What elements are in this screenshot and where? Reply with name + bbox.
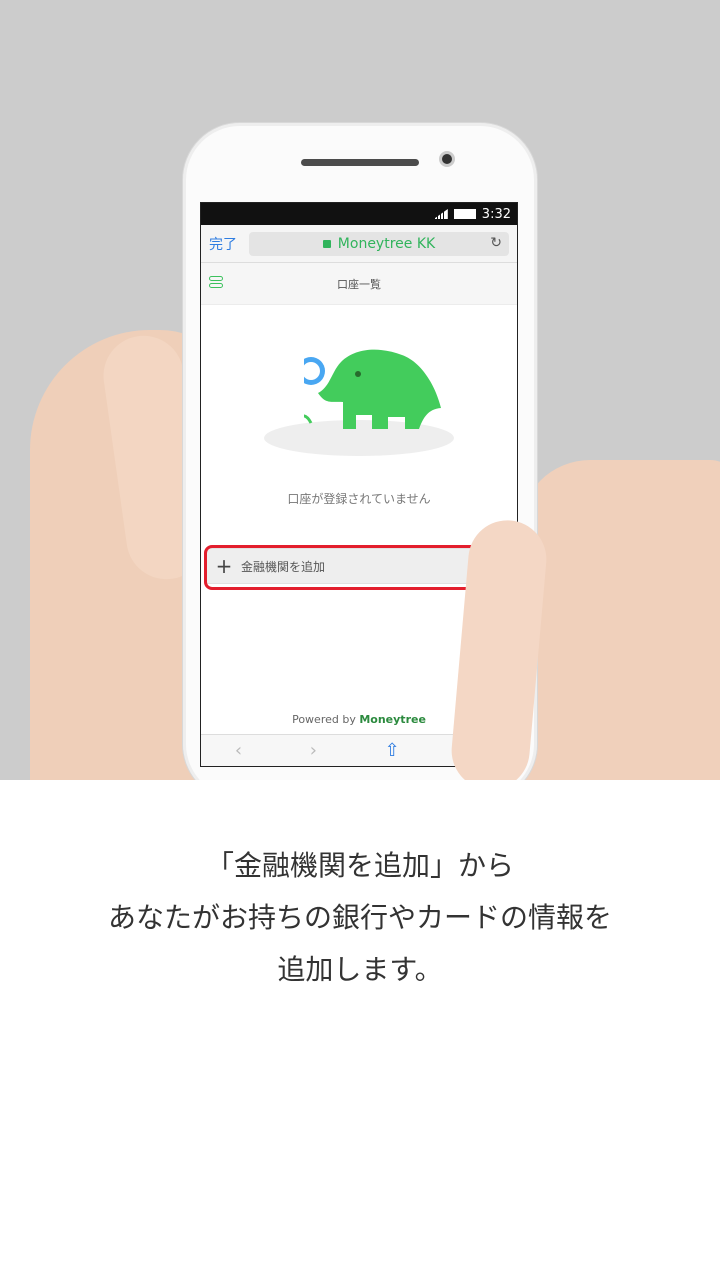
lock-icon [322, 239, 331, 248]
page-title: 口座一覧 [337, 277, 381, 291]
caption-line-3: 追加します。 [277, 953, 443, 986]
settings-toggle-icon[interactable] [209, 276, 223, 290]
reload-icon[interactable]: ↻ [490, 235, 502, 251]
back-icon[interactable]: ‹ [235, 740, 242, 761]
camera-icon [439, 151, 455, 167]
empty-state-illustration [201, 305, 517, 470]
right-hand [520, 460, 720, 780]
powered-by-label: Powered by [292, 713, 356, 726]
app-header: 口座一覧 [201, 263, 517, 305]
battery-icon [453, 209, 476, 219]
share-icon[interactable]: ⇧ [385, 740, 400, 761]
browser-bar: 完了 Moneytree KK ↻ [201, 225, 517, 263]
url-bar[interactable]: Moneytree KK ↻ [249, 231, 509, 256]
empty-message: 口座が登録されていません [287, 492, 431, 506]
caption: 「金融機関を追加」から あなたがお持ちの銀行やカードの情報を 追加します。 [0, 840, 720, 996]
signal-icon [433, 209, 448, 219]
elephant-icon [304, 349, 441, 429]
forward-icon[interactable]: › [310, 740, 317, 761]
done-button[interactable]: 完了 [209, 234, 249, 254]
hero-photo: 3:32 完了 Moneytree KK ↻ 口座一覧 口座が登録されていません… [0, 0, 720, 780]
speaker [301, 159, 419, 166]
status-bar: 3:32 [201, 203, 517, 225]
brand-logo: Moneytree [359, 713, 426, 726]
url-title: Moneytree KK [337, 235, 436, 252]
caption-line-2: あなたがお持ちの銀行やカードの情報を [107, 901, 612, 934]
caption-line-1: 「金融機関を追加」から [205, 849, 514, 882]
status-time: 3:32 [481, 206, 511, 222]
